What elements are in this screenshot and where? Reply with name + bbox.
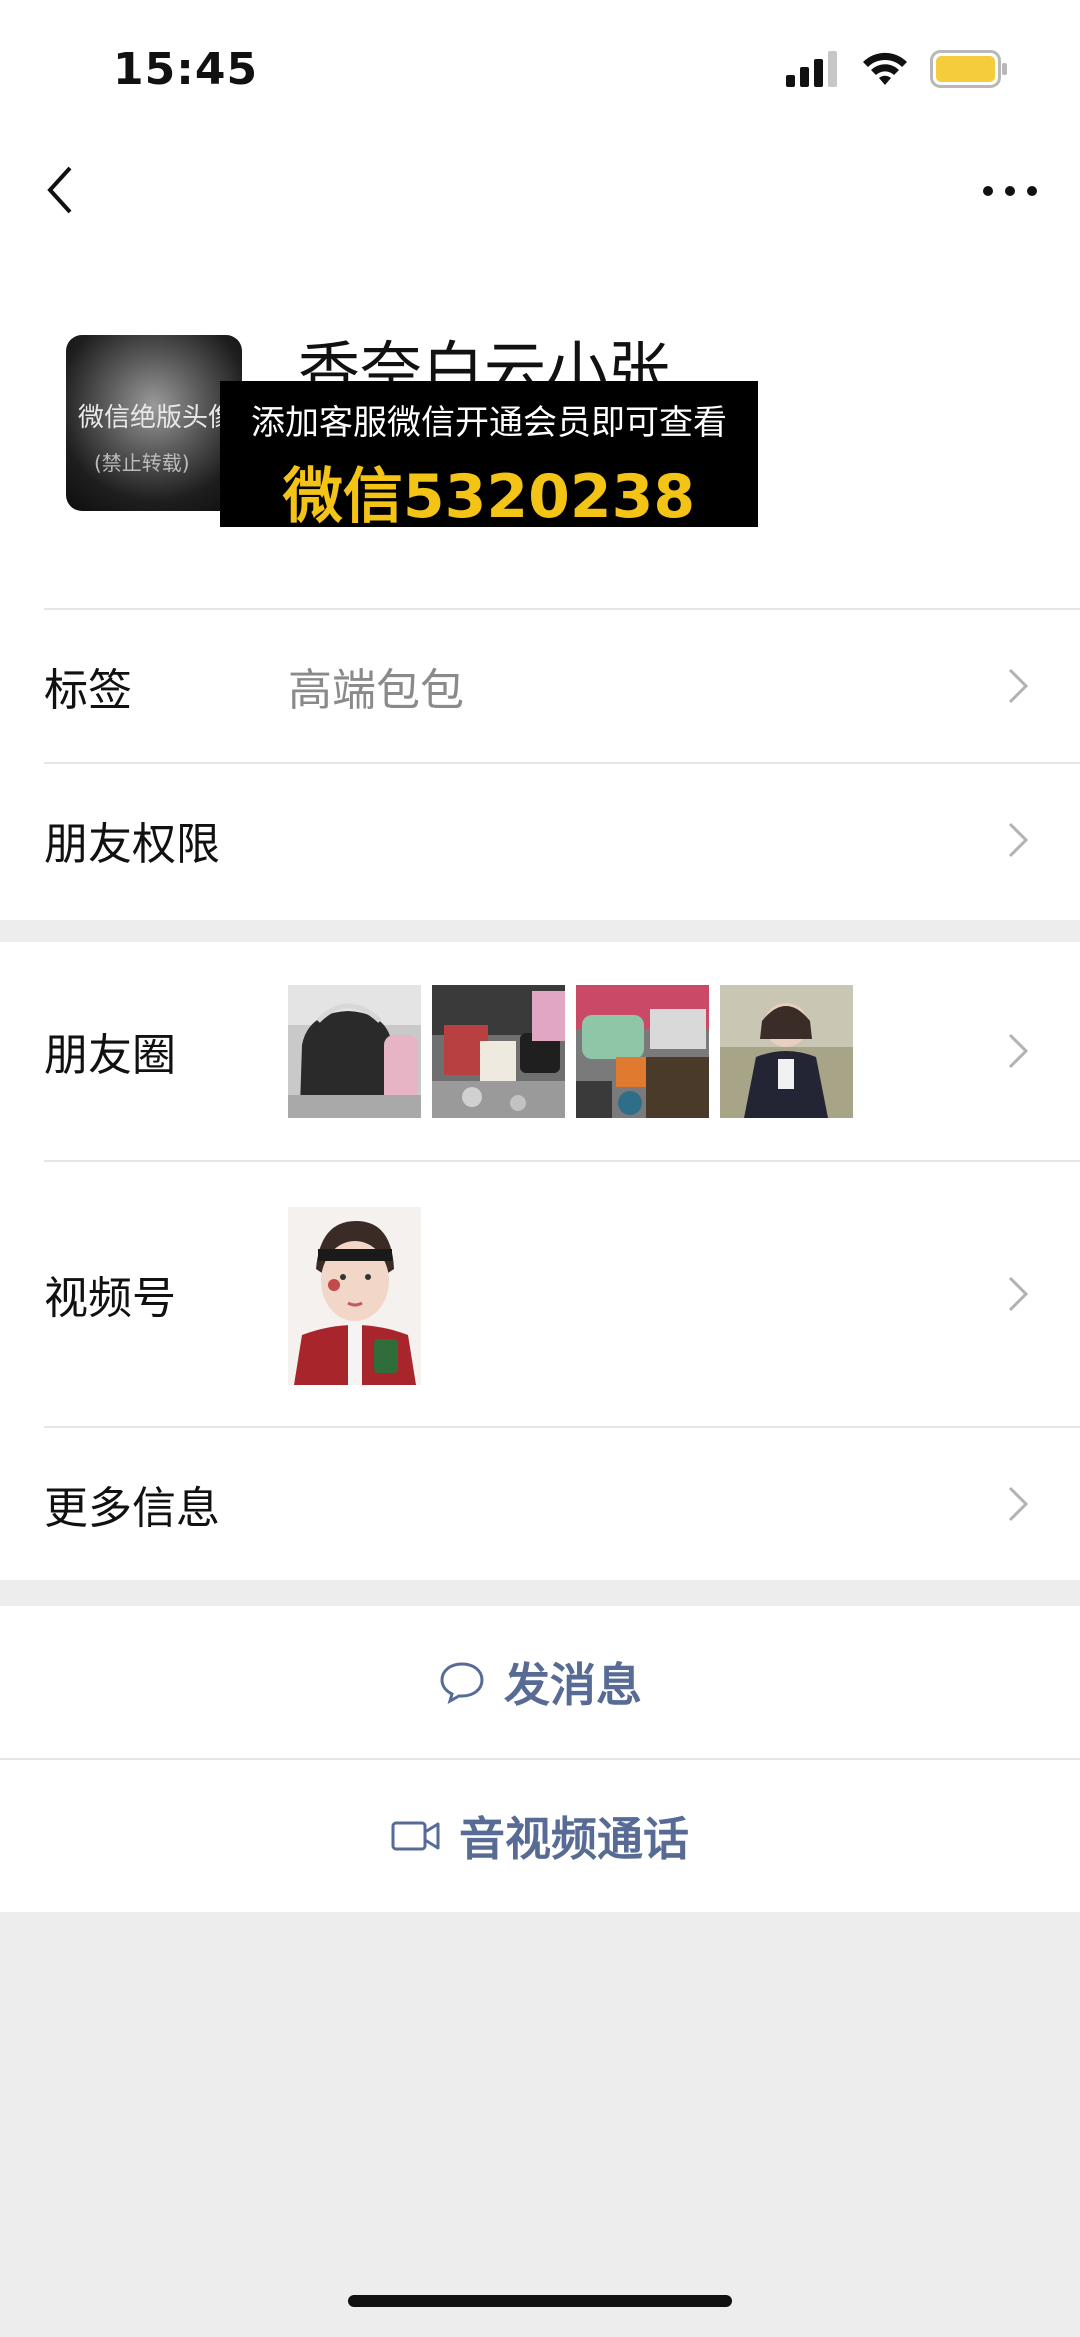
chevron-right-icon xyxy=(1008,668,1029,704)
status-time: 15:45 xyxy=(113,44,259,95)
moments-label: 朋友圈 xyxy=(44,1030,176,1081)
back-icon[interactable] xyxy=(40,160,80,220)
promo-wechat-id: 微信5320238 xyxy=(282,462,696,532)
moments-thumbnail[interactable] xyxy=(288,985,421,1118)
moments-thumbnail[interactable] xyxy=(432,985,565,1118)
permissions-label: 朋友权限 xyxy=(44,819,220,870)
video-call-label: 音视频通话 xyxy=(459,1812,689,1866)
avatar-text: 微信绝版头像 xyxy=(78,403,235,433)
tags-label: 标签 xyxy=(44,665,132,716)
channels-row[interactable]: 视频号 xyxy=(0,1162,1080,1426)
channels-label: 视频号 xyxy=(44,1273,176,1324)
send-message-button[interactable]: 发消息 xyxy=(0,1606,1080,1758)
status-icons xyxy=(786,50,1008,88)
tags-row[interactable]: 标签 高端包包 xyxy=(0,610,1080,762)
chevron-right-icon xyxy=(1008,1486,1029,1522)
more-icon[interactable] xyxy=(980,176,1040,206)
wifi-icon xyxy=(863,52,907,85)
chevron-right-icon xyxy=(1008,1276,1029,1312)
more-info-row[interactable]: 更多信息 xyxy=(0,1428,1080,1580)
chat-bubble-icon xyxy=(440,1662,484,1704)
chevron-right-icon xyxy=(1008,1033,1029,1069)
moments-thumbnail[interactable] xyxy=(576,985,709,1118)
home-indicator[interactable] xyxy=(348,2295,732,2307)
moments-thumbnail[interactable] xyxy=(720,985,853,1118)
promo-text: 添加客服微信开通会员即可查看 xyxy=(251,403,727,443)
avatar[interactable]: 微信绝版头像 (禁止转载) xyxy=(66,335,242,511)
permissions-row[interactable]: 朋友权限 xyxy=(0,764,1080,916)
tags-value: 高端包包 xyxy=(288,665,464,716)
signal-icon xyxy=(786,51,837,87)
channels-thumbnail[interactable] xyxy=(288,1207,421,1385)
video-camera-icon xyxy=(391,1821,440,1851)
send-message-label: 发消息 xyxy=(504,1658,642,1712)
promo-overlay: 添加客服微信开通会员即可查看 微信5320238 xyxy=(220,381,758,532)
chevron-right-icon xyxy=(1008,822,1029,858)
video-call-button[interactable]: 音视频通话 xyxy=(0,1760,1080,1912)
avatar-subtext: (禁止转载) xyxy=(94,451,190,475)
battery-icon xyxy=(930,50,1007,88)
more-info-label: 更多信息 xyxy=(44,1483,220,1534)
